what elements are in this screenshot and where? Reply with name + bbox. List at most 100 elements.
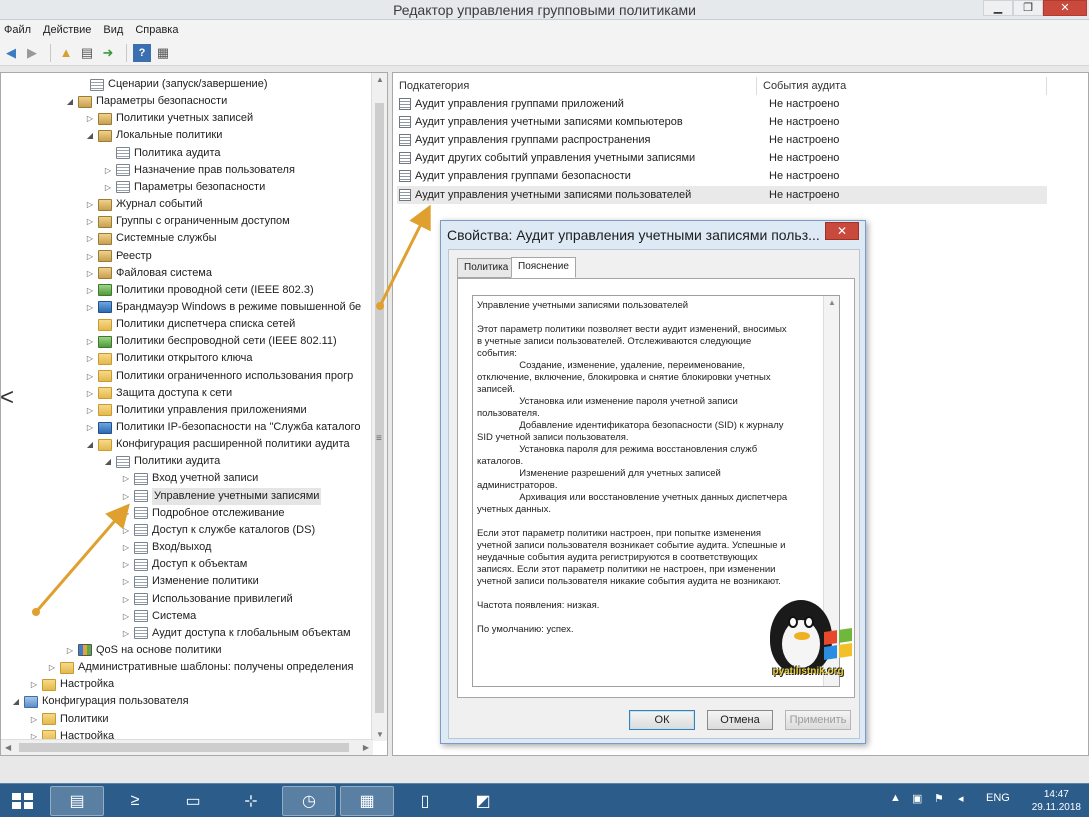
tab-policy[interactable]: Политика [457,258,516,278]
column-header-audit-events[interactable]: События аудита [757,77,1047,95]
tray-expand-icon[interactable]: ▲ [890,792,901,804]
tree-item[interactable]: Политики диспетчера списка сетей [85,316,295,333]
expand-arrow-icon[interactable]: ▷ [85,385,95,402]
expand-arrow-icon[interactable]: ▷ [85,110,95,127]
tree-item[interactable]: ▷ Административные шаблоны: получены опре… [47,659,353,676]
expand-arrow-icon[interactable]: ▷ [121,488,131,505]
tree-item[interactable]: Сценарии (запуск/завершение) [77,76,267,93]
expand-arrow-icon[interactable]: ▷ [121,608,131,625]
network-icon[interactable]: ⊹ [224,786,278,816]
menu-action[interactable]: Действие [43,24,91,36]
tree-item[interactable]: ▷ Доступ к объектам [121,556,247,573]
close-button[interactable]: ✕ [1043,0,1087,16]
scroll-up-icon[interactable]: ▲ [828,298,836,307]
expand-arrow-icon[interactable]: ▷ [121,470,131,487]
collapse-arrow-icon[interactable]: ◢ [11,693,21,710]
tree-item[interactable]: Политика аудита [103,145,220,162]
expand-arrow-icon[interactable]: ▷ [29,711,39,728]
expand-arrow-icon[interactable]: ▷ [103,179,113,196]
tree-item[interactable]: ▷ Реестр [85,248,152,265]
tree-item[interactable]: ▷ Политики [29,711,109,728]
expand-arrow-icon[interactable]: ▷ [85,402,95,419]
tree-item[interactable]: ▷ Политики учетных записей [85,110,253,127]
expand-arrow-icon[interactable]: ▷ [85,350,95,367]
scroll-up-icon[interactable]: ▲ [376,75,384,84]
language-indicator[interactable]: ENG [986,792,1010,804]
tree-item[interactable]: ▷ Аудит доступа к глобальным объектам [121,625,351,642]
tree-vertical-scrollbar[interactable]: ▲ ≡ ▼ [371,73,387,741]
tree-item[interactable]: ▷ Политики IP-безопасности на "Служба кат… [85,419,361,436]
up-folder-icon[interactable]: ▲ [57,44,75,62]
list-item[interactable]: Аудит других событий управления учетными… [397,149,1047,167]
collapse-arrow-icon[interactable]: ◢ [85,127,95,144]
tree-item[interactable]: ▷ Защита доступа к сети [85,385,232,402]
expand-arrow-icon[interactable]: ▷ [65,642,75,659]
expand-arrow-icon[interactable]: ▷ [85,368,95,385]
expand-arrow-icon[interactable]: ▷ [121,505,131,522]
expand-arrow-icon[interactable]: ▷ [85,419,95,436]
expand-arrow-icon[interactable]: ▷ [121,522,131,539]
list-item[interactable]: Аудит управления учетными записями компь… [397,113,1047,131]
tree-item[interactable]: ▷ Политики открытого ключа [85,350,252,367]
tree-item[interactable]: ▷ Вход/выход [121,539,211,556]
expand-arrow-icon[interactable]: ▷ [85,213,95,230]
tree-item[interactable]: ◢ Параметры безопасности [65,93,227,110]
expand-arrow-icon[interactable]: ▷ [85,248,95,265]
collapse-arrow-icon[interactable]: ◢ [85,436,95,453]
tree-item[interactable]: ▷ Политики беспроводной сети (IEEE 802.11… [85,333,337,350]
maximize-button[interactable]: ❐ [1013,0,1043,16]
tree-item[interactable]: ▷ Подробное отслеживание [121,505,284,522]
tree-item[interactable]: ▷ Система [121,608,196,625]
expand-arrow-icon[interactable]: ▷ [29,676,39,693]
tree-item[interactable]: ◢ Конфигурация пользователя [11,693,189,710]
tree-item[interactable]: ▷ Системные службы [85,230,217,247]
column-header-subcategory[interactable]: Подкатегория [393,77,757,95]
tree-item[interactable]: ▷ Использование привилегий [121,591,293,608]
tree-item[interactable]: ▷ Брандмауэр Windows в режиме повышенной … [85,299,361,316]
list-item[interactable]: Аудит управления группами приложений Не н… [397,95,1047,113]
tree-item[interactable]: ▷ Назначение прав пользователя [103,162,295,179]
list-item[interactable]: Аудит управления группами безопасности Не… [397,167,1047,185]
expand-arrow-icon[interactable]: ▷ [121,625,131,642]
server-manager-icon[interactable]: ▤ [50,786,104,816]
tree-item[interactable]: ▷ Группы с ограниченным доступом [85,213,290,230]
dialog-close-button[interactable]: ✕ [825,222,859,240]
collapse-arrow-icon[interactable]: ◢ [65,93,75,110]
expand-arrow-icon[interactable]: ▷ [121,591,131,608]
properties-icon[interactable]: ▦ [154,44,172,62]
expand-arrow-icon[interactable]: ▷ [85,282,95,299]
tray-volume-icon[interactable]: ◂ [958,792,964,805]
tray-flag-icon[interactable]: ⚑ [934,792,944,805]
tree-item[interactable]: ▷ Журнал событий [85,196,202,213]
help-icon[interactable]: ? [133,43,151,62]
task-scheduler-icon[interactable]: ◷ [282,786,336,816]
menu-file[interactable]: Файл [4,24,31,36]
tree-item[interactable]: ▷ Политики управления приложениями [85,402,307,419]
gpo-editor-icon[interactable]: ▦ [340,786,394,816]
scroll-thumb[interactable] [19,743,349,752]
start-button[interactable] [0,784,44,817]
expand-arrow-icon[interactable]: ▷ [121,556,131,573]
export-list-icon[interactable]: ➜ [99,44,117,62]
tree-item[interactable]: ▷ Политики проводной сети (IEEE 802.3) [85,282,314,299]
menu-view[interactable]: Вид [103,24,123,36]
tree-item[interactable]: ▷ Вход учетной записи [121,470,258,487]
expand-arrow-icon[interactable]: ▷ [85,299,95,316]
ok-button[interactable]: ОК [629,710,695,730]
clock[interactable]: 14:47 29.11.2018 [1032,788,1081,814]
expand-arrow-icon[interactable]: ▷ [85,230,95,247]
cancel-button[interactable]: Отмена [707,710,773,730]
list-item[interactable]: Аудит управления учетными записями польз… [397,185,1047,204]
notepad-icon[interactable]: ▯ [398,786,452,816]
scroll-thumb[interactable] [375,103,384,713]
scroll-left-icon[interactable]: ◀ [5,743,11,752]
expand-arrow-icon[interactable]: ▷ [85,265,95,282]
left-chevron-icon[interactable]: < [0,384,14,412]
apply-button[interactable]: Применить [785,710,851,730]
tree-item[interactable]: ◢ Политики аудита [103,453,220,470]
minimize-button[interactable]: ▁ [983,0,1013,16]
expand-arrow-icon[interactable]: ▷ [85,196,95,213]
explorer-icon[interactable]: ▭ [166,786,220,816]
show-hide-tree-icon[interactable]: ▤ [78,44,96,62]
tree-item[interactable]: ▷ Политики ограниченного использования пр… [85,368,353,385]
